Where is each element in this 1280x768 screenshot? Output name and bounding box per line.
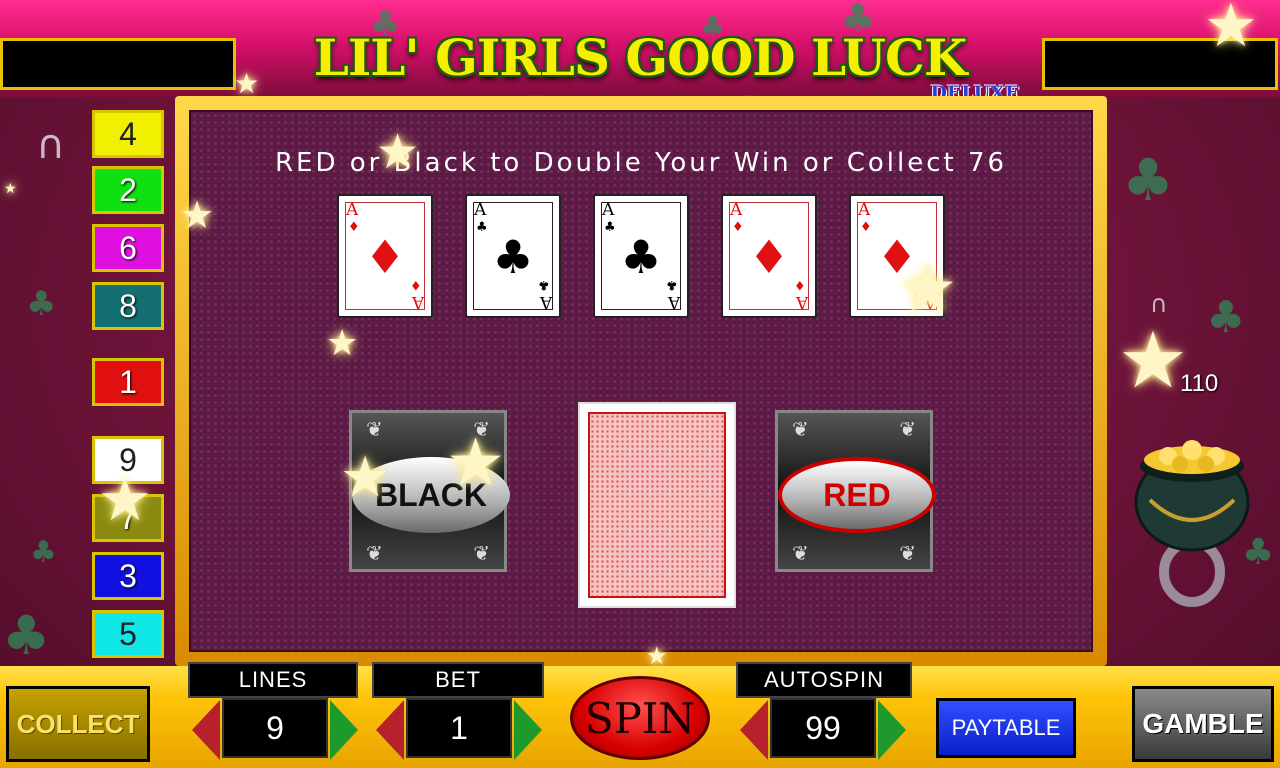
card-suit: ♣ [620, 230, 662, 284]
star-icon: ★ [340, 445, 391, 510]
spin-button[interactable]: SPIN [570, 676, 710, 760]
clover-icon: ♣ [1206, 292, 1246, 343]
card-suit-small: ♦ [794, 277, 806, 292]
lines-increase-button[interactable] [330, 700, 358, 760]
star-icon: ★ [1118, 316, 1188, 406]
gamble-frame: RED or Black to Double Your Win or Colle… [175, 96, 1107, 666]
lines-decrease-button[interactable] [192, 700, 220, 760]
card-suit-small: ♣ [538, 277, 550, 292]
star-icon: ★ [98, 465, 152, 535]
autospin-label: AUTOSPIN [736, 662, 912, 698]
payline-indicator: 2 [92, 166, 164, 214]
paytable-button[interactable]: PAYTABLE [936, 698, 1076, 758]
clover-icon: ♣ [1122, 146, 1174, 214]
star-icon: ★ [898, 250, 958, 327]
card-suit-small: ♣ [666, 277, 678, 292]
card-rank: A [346, 200, 359, 220]
card-rank: A [795, 292, 808, 312]
star-icon: ★ [326, 323, 359, 364]
card-suit: ♦ [748, 230, 790, 284]
red-button-label: RED [778, 457, 936, 533]
payline-indicator: 1 [92, 358, 164, 406]
card-rank: A [667, 292, 680, 312]
star-icon: ★ [376, 124, 420, 180]
card-suit: ♣ [492, 230, 534, 284]
clover-icon: ♣ [2, 604, 51, 667]
star-icon: ★ [4, 181, 17, 197]
star-icon: ★ [646, 642, 668, 670]
card-rank: A [858, 200, 871, 220]
bet-value: 1 [406, 698, 512, 758]
card-suit: ♦ [364, 230, 406, 284]
card-rank: A [730, 200, 743, 220]
payline-indicator: 4 [92, 110, 164, 158]
gamble-panel: RED or Black to Double Your Win or Colle… [189, 110, 1093, 652]
left-info-box [0, 38, 236, 90]
lines-label: LINES [188, 662, 358, 698]
autospin-decrease-button[interactable] [740, 700, 768, 760]
star-icon: ★ [234, 67, 260, 100]
red-button[interactable]: ❦ ❦ RED ❦ ❦ [775, 410, 936, 572]
gamble-message: RED or Black to Double Your Win or Colle… [274, 148, 1008, 178]
horseshoe-icon: ∩ [1150, 290, 1168, 318]
bet-label: BET [372, 662, 544, 698]
mystery-card [578, 402, 736, 608]
payline-indicator: 6 [92, 224, 164, 272]
collect-button[interactable]: COLLECT [6, 686, 150, 762]
card-rank: A [602, 200, 615, 220]
payline-indicator: 3 [92, 552, 164, 600]
history-card: A ♦ ♦ ♦ A [721, 194, 817, 318]
autospin-value: 99 [770, 698, 876, 758]
star-icon: ★ [1204, 0, 1258, 61]
card-rank: A [411, 292, 424, 312]
lines-value: 9 [222, 698, 328, 758]
gamble-button[interactable]: GAMBLE [1132, 686, 1274, 762]
history-card: A ♣ ♣ ♣ A [593, 194, 689, 318]
autospin-increase-button[interactable] [878, 700, 906, 760]
card-rank: A [539, 292, 552, 312]
horseshoe-icon: ∩ [36, 122, 66, 168]
bet-increase-button[interactable] [514, 700, 542, 760]
history-card: A ♣ ♣ ♣ A [465, 194, 561, 318]
card-rank: A [474, 200, 487, 220]
clover-icon: ♣ [26, 284, 57, 324]
history-card: A ♦ ♦ ♦ A [337, 194, 433, 318]
clover-icon: ♣ [30, 535, 57, 570]
bet-decrease-button[interactable] [376, 700, 404, 760]
card-suit-small: ♦ [410, 277, 422, 292]
payline-indicator: 8 [92, 282, 164, 330]
payline-indicator: 5 [92, 610, 164, 658]
pot-of-gold-icon [1130, 440, 1250, 607]
star-icon: ★ [446, 424, 506, 501]
star-icon: ★ [180, 193, 215, 237]
